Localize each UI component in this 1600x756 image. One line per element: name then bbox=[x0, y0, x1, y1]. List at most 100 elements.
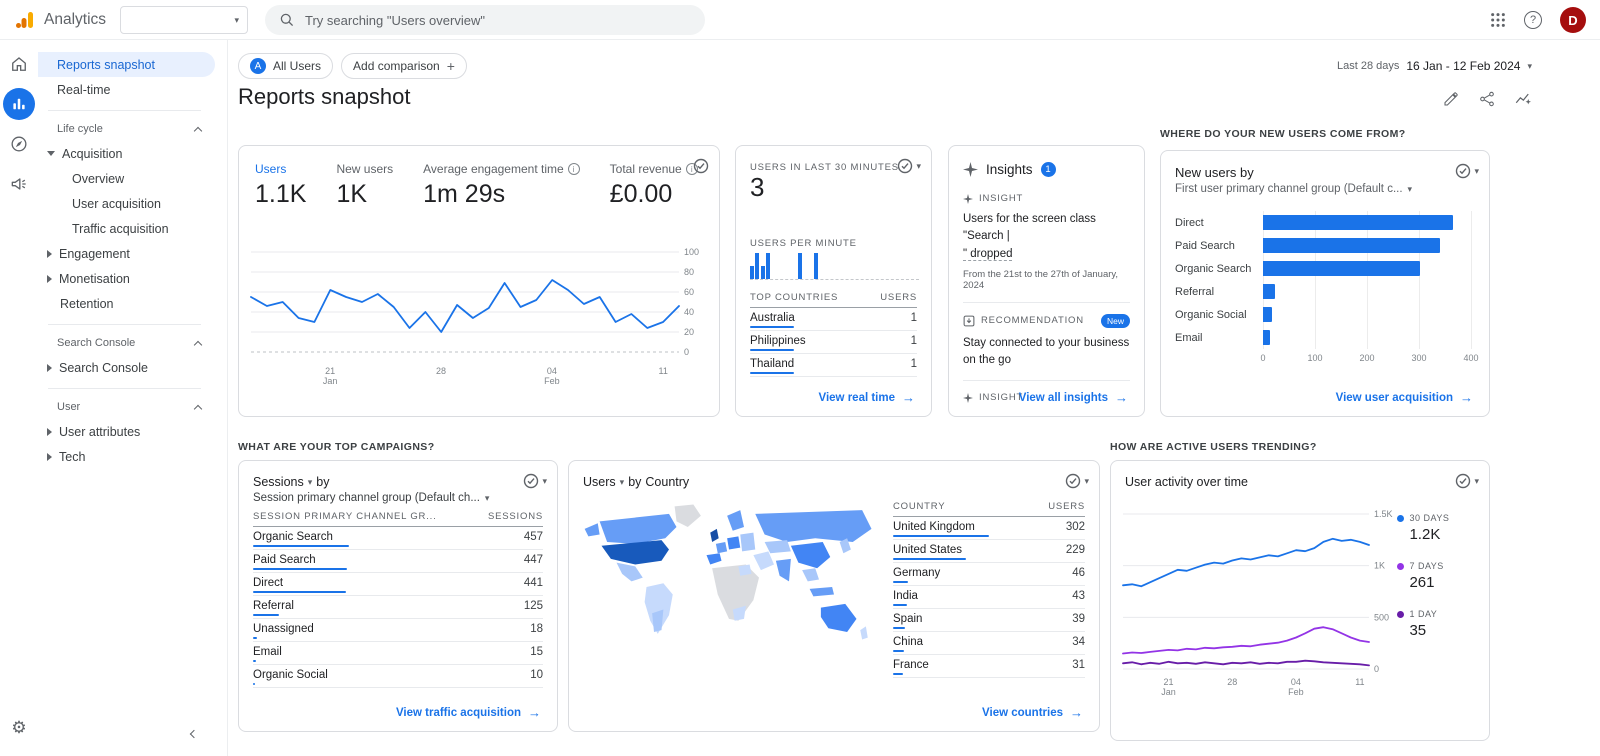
sidebar-item-user-attributes[interactable]: User attributes bbox=[38, 419, 227, 444]
svg-text:0: 0 bbox=[684, 347, 689, 357]
add-comparison-button[interactable]: Add comparison + bbox=[341, 53, 467, 79]
data-quality-dropdown[interactable]: ▾ bbox=[1455, 473, 1479, 489]
explore-nav-button[interactable] bbox=[3, 128, 35, 160]
bar-row: Referral bbox=[1175, 280, 1471, 303]
table-row: Paid Search 447 bbox=[253, 550, 543, 573]
search-bar[interactable]: Try searching "Users overview" bbox=[265, 5, 705, 35]
svg-text:11: 11 bbox=[1355, 677, 1364, 687]
sidebar-item-tech[interactable]: Tech bbox=[38, 444, 227, 469]
sidebar-item-search-console[interactable]: Search Console bbox=[38, 355, 227, 380]
metric-users[interactable]: Users 1.1K bbox=[255, 162, 306, 209]
metric-label: Users bbox=[255, 162, 286, 176]
topbar-actions: ? D bbox=[1490, 0, 1586, 40]
avatar[interactable]: D bbox=[1560, 7, 1586, 33]
users-by-country-card: Users ▾ by Country ▾ bbox=[568, 460, 1100, 732]
arrow-forward-icon: → bbox=[902, 390, 915, 405]
property-selector[interactable]: ▾ bbox=[120, 6, 248, 34]
data-quality-dropdown[interactable]: ▾ bbox=[523, 473, 547, 489]
svg-text:100: 100 bbox=[684, 247, 699, 257]
info-icon[interactable]: i bbox=[568, 163, 580, 175]
view-all-insights-link[interactable]: View all insights→ bbox=[1019, 390, 1128, 405]
advertising-icon bbox=[9, 174, 29, 194]
svg-text:Jan: Jan bbox=[1161, 687, 1176, 697]
brand-name: Analytics bbox=[44, 11, 106, 29]
dimension-selector[interactable]: Session primary channel group (Default c… bbox=[253, 492, 543, 504]
sidebar-section-life-cycle[interactable]: Life cycle bbox=[38, 117, 227, 141]
sidebar-section-user[interactable]: User bbox=[38, 395, 227, 419]
card-title: Users ▾ by Country bbox=[569, 461, 1099, 489]
recommendation-icon bbox=[963, 315, 975, 327]
data-quality-indicator[interactable] bbox=[693, 158, 709, 174]
collapse-sidebar-button[interactable] bbox=[191, 726, 197, 740]
card-title: User activity over time bbox=[1111, 461, 1489, 489]
legend-dot bbox=[1397, 515, 1404, 522]
insights-icon[interactable] bbox=[1514, 90, 1532, 108]
sidebar-item-label: Real-time bbox=[57, 83, 111, 97]
data-quality-dropdown[interactable]: ▾ bbox=[897, 158, 921, 174]
arrow-collapsed-icon bbox=[47, 250, 52, 258]
sidebar-item-label: User acquisition bbox=[72, 197, 161, 211]
view-real-time-link[interactable]: View real time→ bbox=[819, 390, 916, 405]
svg-text:40: 40 bbox=[684, 307, 694, 317]
question-label: WHERE DO YOUR NEW USERS COME FROM? bbox=[1160, 128, 1406, 140]
metric-selector[interactable]: Sessions bbox=[253, 475, 304, 489]
dimension-selector[interactable]: First user primary channel group (Defaul… bbox=[1175, 183, 1475, 195]
users-line-chart: 02040608010021Jan2804Feb11 bbox=[249, 246, 705, 386]
view-countries-link[interactable]: View countries→ bbox=[982, 705, 1083, 720]
campaigns-table: SESSION PRIMARY CHANNEL GR... SESSIONS O… bbox=[253, 511, 543, 688]
share-report-icon[interactable] bbox=[1478, 90, 1496, 108]
card-title: Sessions ▾ by Session primary channel gr… bbox=[239, 461, 557, 504]
sidebar-item-real-time[interactable]: Real-time bbox=[38, 77, 227, 102]
realtime-users-value: 3 bbox=[750, 172, 764, 203]
reports-nav-button[interactable] bbox=[3, 88, 35, 120]
apps-grid-icon[interactable] bbox=[1490, 12, 1506, 28]
metric-total-revenue[interactable]: Total revenuei £0.00 bbox=[610, 162, 698, 209]
recommendation-text[interactable]: Stay connected to your business on the g… bbox=[963, 335, 1130, 370]
table-row: India 43 bbox=[893, 586, 1085, 609]
bar-row: Organic Social bbox=[1175, 303, 1471, 326]
svg-text:1K: 1K bbox=[1374, 561, 1385, 571]
view-traffic-acquisition-link[interactable]: View traffic acquisition→ bbox=[396, 705, 541, 720]
comparison-chip-all-users[interactable]: A All Users bbox=[238, 53, 333, 79]
insight-text[interactable]: Users for the screen class "Search | " d… bbox=[963, 211, 1130, 263]
arrow-expanded-icon bbox=[47, 151, 55, 156]
home-nav-button[interactable] bbox=[3, 48, 35, 80]
sidebar-item-engagement[interactable]: Engagement bbox=[38, 241, 227, 266]
arrow-collapsed-icon bbox=[47, 364, 52, 372]
divider bbox=[963, 302, 1130, 303]
metric-new-users[interactable]: New users 1K bbox=[336, 162, 393, 209]
insights-card: Insights 1 INSIGHT Users for the screen … bbox=[948, 145, 1145, 417]
column-header: TOP COUNTRIES bbox=[750, 292, 838, 303]
data-quality-dropdown[interactable]: ▾ bbox=[1455, 163, 1479, 179]
sidebar-item-monetisation[interactable]: Monetisation bbox=[38, 266, 227, 291]
section-title: Search Console bbox=[57, 337, 135, 349]
dimension-selector[interactable]: Country bbox=[645, 475, 689, 489]
customize-report-icon[interactable] bbox=[1442, 90, 1460, 108]
divider bbox=[963, 380, 1130, 381]
table-row: Philippines 1 bbox=[750, 331, 917, 354]
metric-label: New users bbox=[336, 162, 393, 176]
sparkle-icon bbox=[963, 194, 973, 204]
sidebar-item-traffic-acquisition[interactable]: Traffic acquisition bbox=[38, 216, 227, 241]
sidebar-section-search-console[interactable]: Search Console bbox=[38, 331, 227, 355]
metric-selector[interactable]: Users bbox=[583, 475, 616, 489]
svg-text:21: 21 bbox=[325, 366, 335, 376]
data-quality-dropdown[interactable]: ▾ bbox=[1065, 473, 1089, 489]
sidebar-item-acquisition[interactable]: Acquisition bbox=[38, 141, 227, 166]
metric-avg-engagement-time[interactable]: Average engagement timei 1m 29s bbox=[423, 162, 580, 209]
sidebar-item-retention[interactable]: Retention bbox=[38, 291, 227, 316]
help-icon[interactable]: ? bbox=[1524, 11, 1542, 29]
sidebar-item-label: User attributes bbox=[59, 425, 140, 439]
metric-label: Average engagement time bbox=[423, 162, 564, 176]
sidebar-item-user-acquisition[interactable]: User acquisition bbox=[38, 191, 227, 216]
view-user-acquisition-link[interactable]: View user acquisition→ bbox=[1336, 390, 1473, 405]
sidebar-item-overview[interactable]: Overview bbox=[38, 166, 227, 191]
sidebar-item-reports-snapshot[interactable]: Reports snapshot bbox=[38, 52, 215, 77]
insight-section-label: INSIGHT bbox=[963, 193, 1130, 204]
date-range-picker[interactable]: Last 28 days 16 Jan - 12 Feb 2024 ▾ bbox=[1337, 59, 1532, 73]
admin-settings-button[interactable]: ⚙ bbox=[0, 718, 38, 738]
svg-text:0: 0 bbox=[1374, 664, 1379, 674]
advertising-nav-button[interactable] bbox=[3, 168, 35, 200]
arrow-forward-icon: → bbox=[1070, 705, 1083, 720]
sidebar-item-label: Reports snapshot bbox=[57, 58, 155, 72]
